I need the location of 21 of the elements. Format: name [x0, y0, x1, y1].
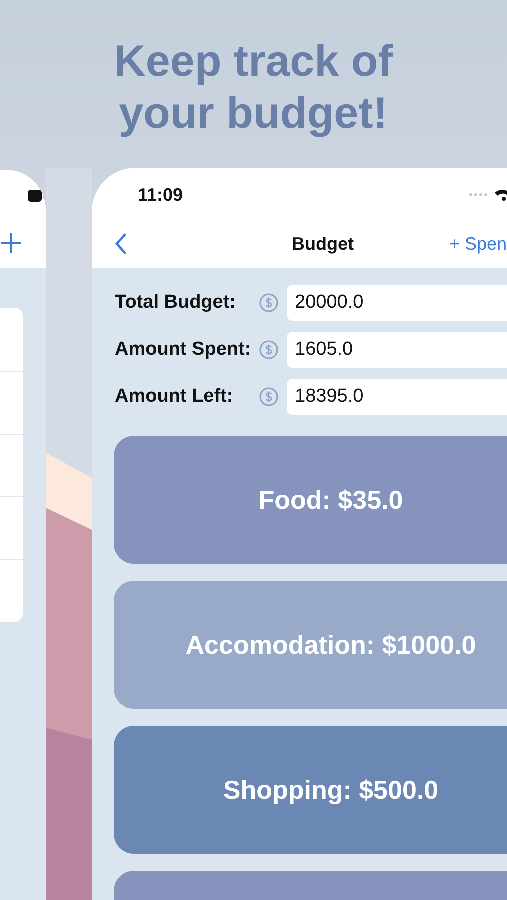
wifi-icon: [495, 188, 507, 202]
headline: Keep track of your budget!: [113, 36, 394, 140]
category-card[interactable]: Food: $35.0: [114, 436, 507, 564]
category-card[interactable]: Shopping: $500.0: [114, 726, 507, 854]
amount-field[interactable]: 18395.0: [287, 379, 507, 415]
signal-dots-icon: [469, 193, 489, 197]
back-chevron-icon[interactable]: [114, 233, 128, 255]
field-label: Amount Spent:: [115, 338, 252, 362]
plus-icon[interactable]: [0, 232, 22, 254]
spend-link[interactable]: + Spen: [449, 230, 507, 258]
category-card[interactable]: Accomodation: $1000.0: [114, 581, 507, 709]
battery-icon: [28, 190, 46, 202]
nav-title: Budget: [292, 232, 354, 256]
dollar-icon: [259, 387, 279, 407]
amount-field[interactable]: 20000.0: [287, 285, 507, 321]
field-label: Amount Left:: [115, 384, 234, 409]
dollar-icon: [259, 293, 279, 313]
field-label: Total Budget:: [115, 290, 238, 315]
amount-field[interactable]: 1605.0: [287, 332, 507, 368]
dollar-icon: [259, 340, 279, 360]
status-time: 11:09: [138, 184, 184, 206]
